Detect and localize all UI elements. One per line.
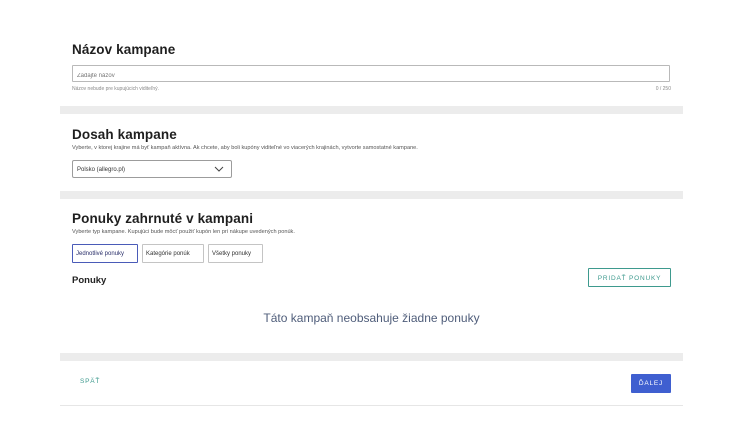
country-select-value: Polsko (allegro.pl) xyxy=(77,167,126,173)
campaign-name-hint: Názov nebude pre kupujúcich viditeľný. xyxy=(72,86,160,92)
offers-list-title: Ponuky xyxy=(72,275,107,286)
footer-divider xyxy=(60,405,683,406)
campaign-name-counter: 0 / 250 xyxy=(655,86,671,92)
country-select[interactable]: Polsko (allegro.pl) xyxy=(72,160,232,178)
add-offers-button[interactable]: PRIDAŤ PONUKY xyxy=(588,268,671,287)
offer-type-all[interactable]: Všetky ponuky xyxy=(208,244,263,263)
section-divider xyxy=(60,106,683,114)
campaign-name-input[interactable] xyxy=(72,65,670,82)
offer-type-categories[interactable]: Kategórie ponúk xyxy=(142,244,204,263)
next-button[interactable]: ĎALEJ xyxy=(631,374,671,393)
back-button[interactable]: SPÄŤ xyxy=(80,378,100,385)
chevron-down-icon xyxy=(214,166,224,172)
offers-description: Vyberte typ kampane. Kupujúci bude môcť … xyxy=(72,229,295,235)
campaign-form: Názov kampane Názov nebude pre kupujúcic… xyxy=(60,0,683,437)
campaign-name-title: Názov kampane xyxy=(72,42,176,57)
reach-title: Dosah kampane xyxy=(72,127,177,142)
section-divider xyxy=(60,353,683,361)
offers-title: Ponuky zahrnuté v kampani xyxy=(72,211,254,226)
reach-description: Vyberte, v ktorej krajine má byť kampaň … xyxy=(72,145,418,151)
empty-offers-message: Táto kampaň neobsahuje žiadne ponuky xyxy=(263,311,480,325)
section-divider xyxy=(60,191,683,199)
offer-type-single[interactable]: Jednotlivé ponuky xyxy=(72,244,138,263)
